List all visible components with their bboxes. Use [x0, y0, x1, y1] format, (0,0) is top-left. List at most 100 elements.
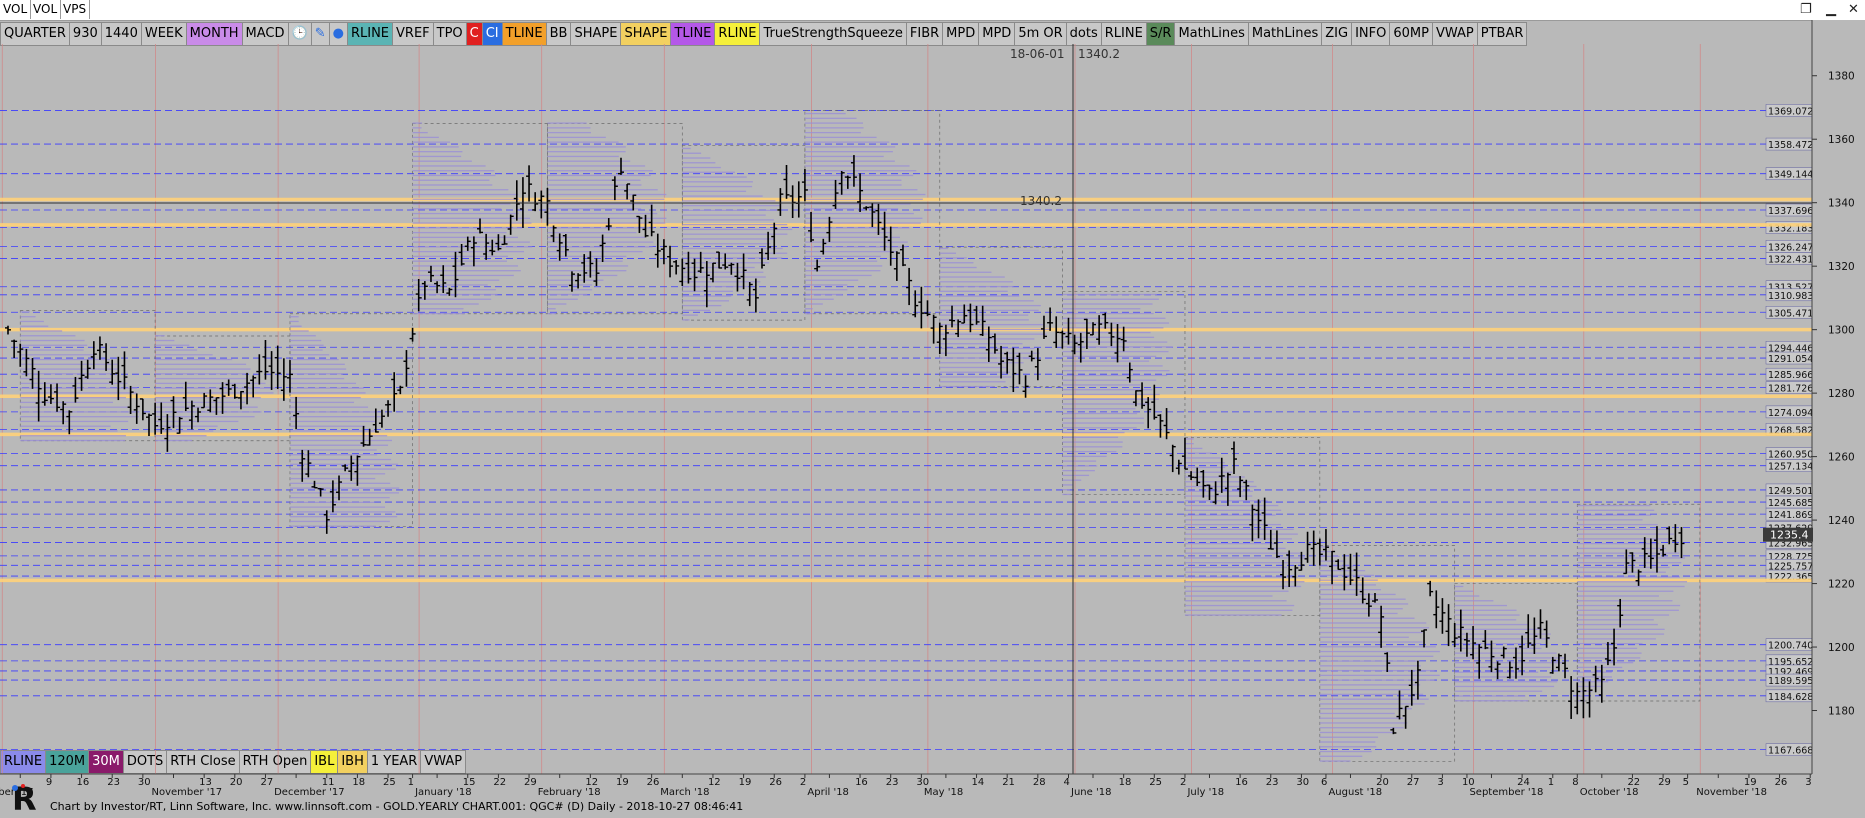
profile-row [1319, 631, 1423, 634]
profile-row [289, 511, 396, 513]
profile-row [412, 260, 507, 262]
profile-row [289, 406, 369, 408]
profile-row [939, 314, 1029, 316]
profile-row [804, 155, 884, 158]
profile-row [682, 147, 691, 150]
profile-row [804, 151, 893, 153]
date-tick-label: 19 [1744, 777, 1757, 788]
profile-row [155, 435, 207, 437]
profile-row [1062, 298, 1159, 300]
profile-row [1577, 557, 1686, 559]
profile-row [1184, 495, 1253, 497]
profile-row [547, 122, 587, 124]
profile-row [547, 189, 658, 191]
date-tick-label: 20 [1376, 777, 1389, 788]
crosshair: 18-06-01 1340.2 1340.2 [0, 44, 1812, 774]
profile-row [1319, 660, 1419, 662]
profile-row [804, 170, 917, 172]
profile-row [1062, 479, 1082, 481]
profile-row [1062, 489, 1070, 491]
profile-row [1062, 436, 1119, 438]
date-tick-label: 28 [1033, 777, 1046, 788]
profile-row [682, 300, 729, 302]
profile-row [1184, 538, 1292, 540]
profile-row [1062, 465, 1098, 467]
profile-row [1577, 566, 1670, 569]
profile-row [804, 308, 813, 310]
price-chart[interactable]: 1369.07281358.47251349.14431337.69601332… [0, 0, 1865, 800]
profile-row [289, 363, 345, 365]
price-levels: 1369.07281358.47251349.14431337.69601332… [0, 104, 1819, 757]
profile-row [1454, 595, 1480, 597]
profile-row [1319, 722, 1408, 724]
date-tick-label: 16 [855, 777, 868, 788]
profile-row [412, 270, 521, 272]
profile-row [1454, 604, 1507, 607]
profile-row [1319, 703, 1425, 705]
date-tick-label: 24 [1517, 777, 1530, 788]
profile-row [804, 146, 896, 148]
price-tick-label: 1280 [1828, 388, 1855, 400]
date-tick-label: 25 [1149, 777, 1162, 788]
profile-row [1062, 441, 1123, 443]
profile-row [1319, 574, 1375, 577]
profile-row [289, 506, 386, 508]
profile-row [289, 396, 361, 399]
profile-row [1062, 293, 1157, 296]
profile-row [939, 281, 1013, 283]
date-tick-label: 19 [739, 777, 752, 788]
profile-row [289, 377, 345, 380]
profile-row [20, 396, 126, 399]
price-tick-label: 1260 [1828, 452, 1855, 464]
profile-row [1577, 671, 1612, 673]
date-tick-label: October '18 [1580, 787, 1639, 798]
date-tick-label: 30 [1296, 777, 1309, 788]
profile-row [412, 308, 464, 310]
profile-row [412, 241, 530, 243]
profile-row [939, 271, 992, 273]
profile-row [1062, 427, 1137, 429]
profile-row [804, 260, 878, 262]
profile-row [1454, 628, 1543, 630]
profile-row [412, 127, 422, 129]
date-tick-label: June '18 [1070, 787, 1111, 798]
profile-row [412, 255, 509, 258]
profile-row [682, 166, 721, 169]
profile-row [547, 236, 646, 239]
profile-row [289, 430, 375, 432]
profile-row [412, 222, 532, 224]
profile-row [1577, 681, 1609, 683]
profile-row [1454, 600, 1494, 602]
price-tick-label: 1180 [1828, 706, 1855, 718]
profile-row [1577, 676, 1612, 678]
profile-row [1454, 690, 1543, 692]
profile-row [682, 195, 763, 197]
profile-row [1319, 755, 1363, 757]
date-tick-label: 3 [1805, 777, 1811, 788]
date-tick-label: 27 [1407, 777, 1420, 788]
profile-row [547, 274, 618, 277]
price-tick-label: 1320 [1828, 261, 1855, 273]
profile-row [155, 392, 274, 394]
profile-row [20, 335, 76, 337]
date-tick-label: 23 [886, 777, 899, 788]
date-tick-label: 19 [616, 777, 629, 788]
profile-row [155, 416, 255, 418]
price-tick-label: 1300 [1828, 325, 1855, 337]
profile-row [412, 165, 486, 167]
profile-row [682, 219, 774, 221]
profile-row [1184, 552, 1300, 554]
profile-row [682, 185, 753, 188]
profile-row [804, 293, 843, 296]
profile-row [804, 122, 863, 124]
profile-row [1577, 619, 1654, 621]
profile-row [682, 190, 747, 192]
profile-row [547, 212, 658, 215]
logo-icon: R [6, 778, 42, 818]
profile-row [412, 179, 490, 181]
profile-row [547, 193, 667, 196]
profile-row [547, 127, 591, 129]
profile-row [1577, 576, 1680, 578]
profile-row [682, 209, 777, 212]
profile-row [682, 200, 776, 202]
